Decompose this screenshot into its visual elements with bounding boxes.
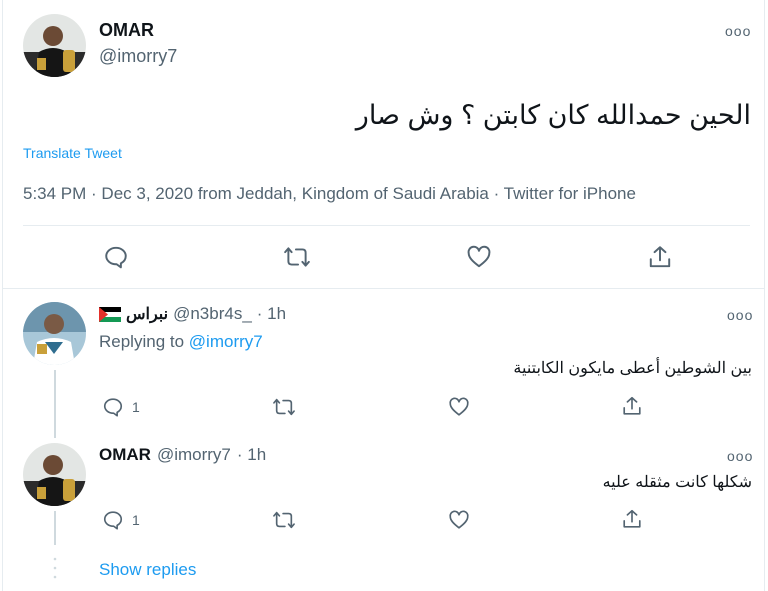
reply-time[interactable]: · 1h [257, 304, 286, 324]
main-author-name[interactable]: OMAR [99, 20, 154, 41]
tweet-thread [2, 0, 765, 591]
retweet-button[interactable] [272, 509, 296, 536]
reply-author[interactable]: نبراس @n3br4s_ · 1h [99, 304, 286, 324]
thread-dots [53, 556, 57, 580]
divider [3, 288, 765, 289]
reply-author-name[interactable]: نبراس [126, 304, 168, 324]
like-button[interactable] [448, 396, 470, 423]
reply-icon [105, 246, 127, 269]
share-icon [623, 396, 641, 415]
reply-button[interactable]: 1 [102, 396, 140, 418]
share-button[interactable] [621, 395, 643, 422]
reply-icon [103, 398, 123, 417]
tweet-meta: 5:34 PM · Dec 3, 2020 from Jeddah, Kingd… [23, 184, 636, 203]
retweet-icon [273, 398, 295, 416]
share-button[interactable] [621, 508, 643, 535]
like-icon [467, 245, 491, 268]
like-icon [449, 397, 469, 416]
reply-author-handle[interactable]: @n3br4s_ [173, 304, 252, 324]
reply-avatar[interactable] [23, 302, 86, 365]
reply-author-name[interactable]: OMAR [99, 445, 151, 465]
share-icon [623, 509, 641, 528]
main-avatar[interactable] [23, 14, 86, 77]
replying-to-handle[interactable]: @imorry7 [189, 332, 263, 351]
main-tweet-text: الحين حمدالله كان كابتن ؟ وش صار [355, 100, 751, 130]
translate-tweet-link[interactable]: Translate Tweet [23, 145, 122, 161]
main-author-handle[interactable]: @imorry7 [99, 46, 177, 67]
show-replies-link[interactable]: Show replies [99, 560, 196, 580]
reply-avatar[interactable] [23, 443, 86, 506]
reply-count: 1 [132, 512, 140, 528]
thread-line [54, 511, 56, 545]
reply-time[interactable]: · 1h [237, 445, 266, 465]
retweet-button[interactable] [283, 244, 311, 270]
like-icon [449, 510, 469, 529]
reply-button[interactable] [103, 244, 129, 270]
divider [23, 225, 750, 226]
share-button[interactable] [647, 244, 673, 270]
share-icon [649, 246, 671, 268]
replying-to: Replying to @imorry7 [99, 332, 263, 352]
reply-button[interactable]: 1 [102, 509, 140, 531]
main-more-icon[interactable]: ooo [725, 24, 751, 38]
reply-more-icon[interactable]: ooo [727, 449, 753, 463]
reply-count: 1 [132, 399, 140, 415]
retweet-button[interactable] [272, 396, 296, 423]
reply-text: بين الشوطين أعطى مايكون الكابتنية [513, 360, 752, 377]
reply-text: شكلها كانت مثقله عليه [602, 474, 752, 491]
retweet-icon [273, 511, 295, 529]
retweet-icon [284, 247, 310, 267]
reply-author[interactable]: OMAR @imorry7 · 1h [99, 445, 266, 465]
like-button[interactable] [448, 509, 470, 536]
palestine-flag-icon [99, 306, 121, 322]
replying-to-label: Replying to [99, 332, 185, 351]
thread-line [54, 370, 56, 438]
reply-more-icon[interactable]: ooo [727, 308, 753, 322]
reply-icon [103, 511, 123, 530]
like-button[interactable] [466, 244, 492, 270]
reply-author-handle[interactable]: @imorry7 [157, 445, 231, 465]
